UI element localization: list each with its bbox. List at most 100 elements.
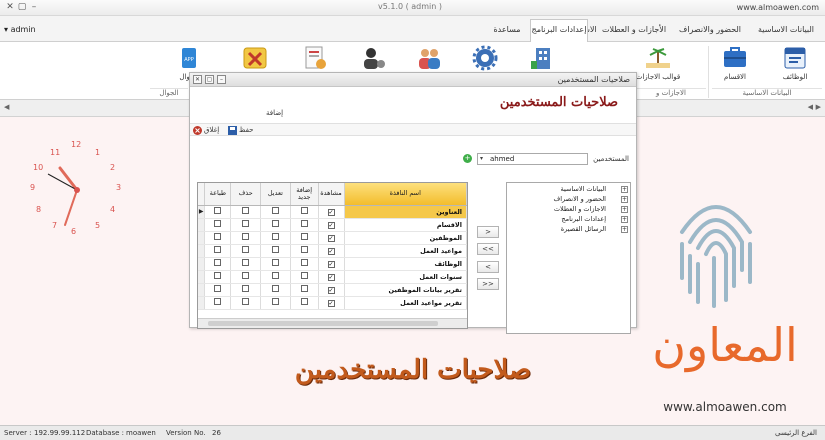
tab-program-settings[interactable]: إعدادات البرنامج [530, 19, 588, 42]
scrollbar-thumb[interactable] [208, 321, 438, 326]
tree-node[interactable]: الاجازات و العطلات [554, 205, 606, 213]
tree-node[interactable]: إعدادات البرنامج [561, 215, 606, 223]
move-all-right-button[interactable]: >> [477, 278, 499, 290]
add-new-checkbox[interactable] [300, 207, 308, 214]
column-header-view[interactable]: مشاهدة [318, 183, 345, 206]
save-tool-button[interactable]: حفظ [228, 125, 254, 136]
view-checkbox[interactable]: ✓ [327, 221, 335, 229]
tree-node[interactable]: الرسائل القصيرة [561, 225, 606, 233]
edit-checkbox[interactable] [271, 207, 279, 214]
vacation-templates-button[interactable]: قوالب الاجازات [635, 45, 681, 85]
row-indicator[interactable] [198, 244, 206, 258]
close-tool-button[interactable]: إغلاق [193, 125, 219, 136]
dialog-minimize-icon[interactable]: – [217, 75, 226, 84]
add-user-icon[interactable]: + [463, 154, 472, 163]
add-new-checkbox[interactable] [300, 259, 308, 266]
delete-checkbox[interactable] [242, 233, 250, 240]
view-checkbox[interactable]: ✓ [327, 247, 335, 255]
move-one-button[interactable]: > [477, 226, 499, 238]
user-menu[interactable]: ▾ admin [4, 25, 36, 34]
row-indicator[interactable]: ▶ [198, 205, 206, 219]
column-header-print[interactable]: طباعة [204, 183, 232, 206]
edit-checkbox[interactable] [271, 298, 279, 305]
column-header-add-new[interactable]: إضافة جديد [290, 183, 319, 206]
view-checkbox[interactable]: ✓ [327, 286, 335, 294]
departments-button[interactable]: الاقسام [712, 45, 758, 85]
add-new-checkbox[interactable] [300, 298, 308, 305]
print-checkbox[interactable] [214, 220, 222, 227]
add-new-checkbox[interactable] [300, 233, 308, 240]
view-checkbox[interactable]: ✓ [327, 260, 335, 268]
scroll-right-icon[interactable]: ▶ [816, 103, 821, 111]
row-indicator[interactable] [198, 296, 206, 310]
row-indicator[interactable] [198, 218, 206, 232]
horizontal-scrollbar[interactable] [198, 318, 467, 328]
scroll-left-icon[interactable]: ◀ [4, 103, 9, 111]
edit-checkbox[interactable] [271, 233, 279, 240]
move-all-left-button[interactable]: << [477, 243, 499, 255]
print-checkbox[interactable] [214, 233, 222, 240]
view-checkbox[interactable]: ✓ [327, 208, 335, 216]
print-checkbox[interactable] [214, 207, 222, 214]
edit-checkbox[interactable] [271, 259, 279, 266]
print-checkbox[interactable] [214, 272, 222, 279]
tab-vacations[interactable]: الأجازات و العطلات [598, 22, 670, 42]
print-checkbox[interactable] [214, 259, 222, 266]
table-row[interactable]: ✓ الاقسام [198, 218, 467, 232]
row-indicator[interactable] [198, 283, 206, 297]
print-checkbox[interactable] [214, 298, 222, 305]
view-checkbox[interactable]: ✓ [327, 273, 335, 281]
tab-attendance[interactable]: الحضور والانصراف [672, 22, 748, 42]
expand-icon[interactable]: + [621, 226, 628, 233]
minimize-window-button[interactable]: – [28, 2, 40, 13]
table-row[interactable]: ✓ سنوات العمل [198, 270, 467, 284]
edit-checkbox[interactable] [271, 272, 279, 279]
add-new-checkbox[interactable] [300, 285, 308, 292]
add-new-checkbox[interactable] [300, 272, 308, 279]
expand-icon[interactable]: + [621, 196, 628, 203]
tab-basic-data[interactable]: البيانات الاساسية [750, 22, 822, 42]
table-row[interactable]: ✓ تقرير مواعيد العمل [198, 296, 467, 310]
user-select[interactable]: ▾ ahmed [477, 153, 588, 165]
table-row[interactable]: ✓ تقرير بيانات الموظفين [198, 283, 467, 297]
print-checkbox[interactable] [214, 285, 222, 292]
tree-node[interactable]: البيانات الاساسية [561, 185, 607, 193]
delete-checkbox[interactable] [242, 220, 250, 227]
delete-checkbox[interactable] [242, 259, 250, 266]
add-new-checkbox[interactable] [300, 246, 308, 253]
expand-icon[interactable]: + [621, 206, 628, 213]
delete-checkbox[interactable] [242, 272, 250, 279]
row-indicator[interactable] [198, 270, 206, 284]
jobs-button[interactable]: الوظائف [772, 45, 818, 85]
column-header-window-name[interactable]: اسم النافذة [344, 183, 467, 206]
close-window-button[interactable]: ✕ [4, 2, 16, 13]
scroll-right-icon[interactable]: ◀ [808, 103, 813, 111]
column-header-edit[interactable]: تعديل [260, 183, 291, 206]
tree-node[interactable]: الحضور و الانصراف [554, 195, 606, 203]
table-row[interactable]: ✓ الوظائف [198, 257, 467, 271]
dialog-maximize-icon[interactable]: ▢ [205, 75, 214, 84]
move-one-back-button[interactable]: < [477, 261, 499, 273]
edit-checkbox[interactable] [271, 246, 279, 253]
maximize-window-button[interactable]: ▢ [16, 2, 28, 13]
delete-checkbox[interactable] [242, 298, 250, 305]
expand-icon[interactable]: + [621, 186, 628, 193]
add-tab[interactable]: إضافة [266, 109, 283, 117]
table-row[interactable]: ▶ ✓ العناوين [198, 205, 467, 219]
delete-checkbox[interactable] [242, 207, 250, 214]
chevron-down-icon[interactable]: ▾ [480, 154, 483, 164]
edit-checkbox[interactable] [271, 285, 279, 292]
edit-checkbox[interactable] [271, 220, 279, 227]
view-checkbox[interactable]: ✓ [327, 299, 335, 307]
row-indicator[interactable] [198, 257, 206, 271]
row-indicator[interactable] [198, 231, 206, 245]
column-header-delete[interactable]: حذف [230, 183, 262, 206]
expand-icon[interactable]: + [621, 216, 628, 223]
delete-checkbox[interactable] [242, 285, 250, 292]
dialog-close-icon[interactable]: ✕ [193, 75, 202, 84]
print-checkbox[interactable] [214, 246, 222, 253]
table-row[interactable]: ✓ الموظفين [198, 231, 467, 245]
table-row[interactable]: ✓ مواعيد العمل [198, 244, 467, 258]
tab-help[interactable]: مساعدة [488, 22, 526, 42]
view-checkbox[interactable]: ✓ [327, 234, 335, 242]
